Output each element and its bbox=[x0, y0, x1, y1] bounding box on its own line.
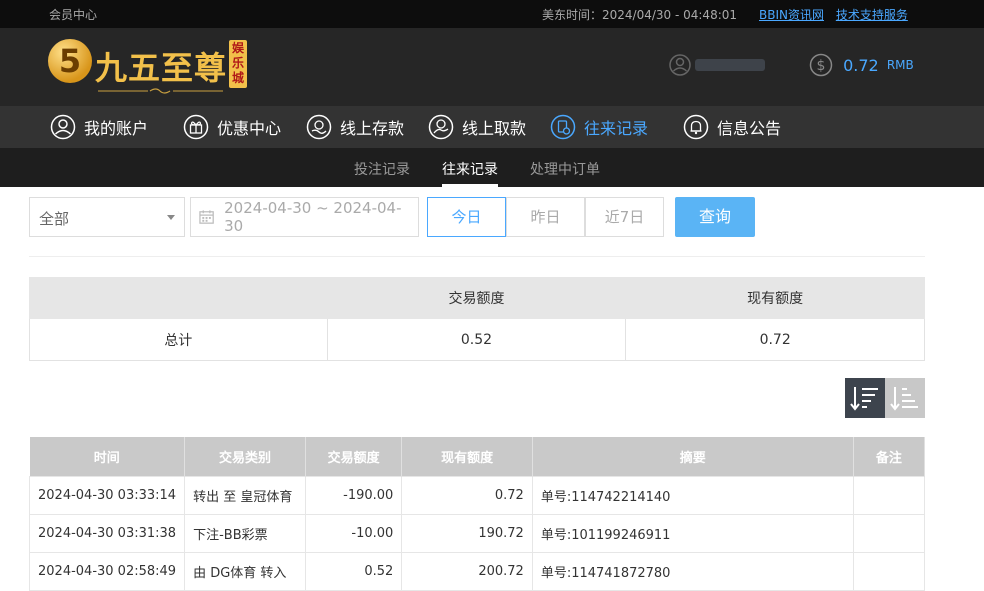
nav-label: 优惠中心 bbox=[217, 119, 282, 138]
avatar-icon bbox=[669, 54, 691, 76]
site-logo[interactable]: 5 九五至尊 娱乐城 bbox=[48, 37, 248, 99]
records-header-row: 时间 交易类别 交易额度 现有额度 摘要 备注 bbox=[29, 437, 926, 476]
user-icon bbox=[50, 114, 76, 140]
cell-type: 由 DG体育 转入 bbox=[184, 551, 306, 591]
filter-bar: 全部 2024-04-30 ~ 2024-04-30 今日 昨日 近7日 查询 bbox=[0, 187, 984, 257]
subnav-pending-orders[interactable]: 处理中订单 bbox=[530, 159, 600, 179]
quick-yesterday-button[interactable]: 昨日 bbox=[506, 197, 585, 237]
masked-username bbox=[695, 59, 765, 71]
nav-label: 线上存款 bbox=[340, 119, 405, 138]
top-links: BBIN资讯网 技术支持服务 bbox=[759, 6, 916, 23]
quick-7days-button[interactable]: 近7日 bbox=[585, 197, 664, 237]
withdraw-icon bbox=[428, 114, 454, 140]
cell-amount: -10.00 bbox=[304, 513, 403, 553]
summary-header-cell: 现有额度 bbox=[625, 277, 925, 319]
site-header: 5 九五至尊 娱乐城 $ 0.72 RMB bbox=[0, 28, 984, 106]
balance: $ 0.72 RMB bbox=[809, 53, 914, 77]
col-header-amount: 交易额度 bbox=[305, 437, 403, 476]
nav-my-account[interactable]: 我的账户 bbox=[50, 113, 148, 141]
bbin-info-link[interactable]: BBIN资讯网 bbox=[759, 8, 824, 22]
sub-nav: 投注记录 往来记录 处理中订单 bbox=[0, 148, 984, 187]
nav-withdraw[interactable]: 线上取款 bbox=[428, 113, 526, 141]
balance-currency: RMB bbox=[886, 58, 914, 72]
cell-time: 2024-04-30 02:58:49 bbox=[28, 551, 186, 591]
cell-time: 2024-04-30 03:31:38 bbox=[28, 513, 186, 553]
cell-type: 转出 至 皇冠体育 bbox=[184, 475, 306, 515]
records-icon bbox=[550, 114, 576, 140]
quick-today-button[interactable]: 今日 bbox=[427, 197, 506, 237]
nav-label: 往来记录 bbox=[584, 119, 649, 138]
cell-type: 下注-BB彩票 bbox=[184, 513, 306, 553]
calendar-icon bbox=[199, 210, 214, 224]
subnav-transaction-records[interactable]: 往来记录 bbox=[442, 159, 498, 179]
tech-support-link[interactable]: 技术支持服务 bbox=[836, 8, 908, 22]
cell-summary: 单号:101199246911 bbox=[531, 513, 854, 553]
cell-summary: 单号:114742214140 bbox=[531, 475, 854, 515]
gift-icon bbox=[183, 114, 209, 140]
logo-badge: 娱乐城 bbox=[229, 40, 247, 88]
cell-remark bbox=[852, 513, 926, 553]
nav-label: 我的账户 bbox=[84, 119, 149, 138]
cell-summary: 单号:114741872780 bbox=[531, 551, 854, 591]
dollar-icon: $ bbox=[809, 53, 833, 77]
cell-balance: 200.72 bbox=[401, 551, 533, 591]
main-nav: 我的账户 优惠中心 线上存款 线上取款 往来记录 信息公告 bbox=[0, 106, 984, 148]
cell-time: 2024-04-30 03:33:14 bbox=[28, 475, 186, 515]
date-range-input[interactable]: 2024-04-30 ~ 2024-04-30 bbox=[190, 197, 419, 237]
summary-header-cell: 交易额度 bbox=[326, 277, 627, 319]
summary-header-row: 交易额度 现有额度 bbox=[29, 277, 925, 319]
sort-descending-button[interactable] bbox=[845, 378, 885, 418]
chevron-down-icon bbox=[167, 215, 175, 220]
deposit-icon bbox=[306, 114, 332, 140]
server-time: 美东时间：2024/04/30 - 04:48:01 bbox=[542, 8, 738, 22]
cell-remark bbox=[852, 551, 926, 591]
user-info[interactable] bbox=[669, 54, 769, 76]
bell-icon bbox=[683, 114, 709, 140]
nav-label: 信息公告 bbox=[717, 119, 782, 138]
table-row: 2024-04-30 03:33:14 转出 至 皇冠体育 -190.00 0.… bbox=[28, 475, 926, 515]
member-center-link[interactable]: 会员中心 bbox=[49, 6, 97, 23]
cell-amount: 0.52 bbox=[304, 551, 403, 591]
transaction-type-select[interactable]: 全部 bbox=[29, 197, 185, 237]
logo-coin-icon: 5 bbox=[48, 39, 92, 83]
col-header-remark: 备注 bbox=[853, 437, 926, 476]
nav-label: 线上取款 bbox=[462, 119, 527, 138]
select-value: 全部 bbox=[39, 210, 70, 228]
cell-amount: -190.00 bbox=[304, 475, 403, 515]
table-row: 2024-04-30 02:58:49 由 DG体育 转入 0.52 200.7… bbox=[28, 551, 926, 591]
col-header-summary: 摘要 bbox=[532, 437, 854, 476]
subnav-bet-records[interactable]: 投注记录 bbox=[354, 159, 410, 179]
col-header-balance: 现有额度 bbox=[401, 437, 533, 476]
summary-table: 交易额度 现有额度 总计 0.52 0.72 bbox=[29, 277, 925, 361]
top-bar: 会员中心 美东时间：2024/04/30 - 04:48:01 BBIN资讯网 … bbox=[0, 0, 984, 28]
logo-ornament-icon bbox=[98, 88, 223, 94]
summary-cell: 0.72 bbox=[625, 318, 925, 361]
sort-controls bbox=[845, 378, 925, 418]
nav-records[interactable]: 往来记录 bbox=[550, 113, 648, 141]
summary-header-cell bbox=[29, 277, 328, 319]
cell-remark bbox=[852, 475, 926, 515]
logo-text: 九五至尊 bbox=[95, 49, 228, 87]
balance-value: 0.72 bbox=[843, 55, 879, 75]
sort-ascending-button[interactable] bbox=[885, 378, 925, 418]
col-header-type: 交易类别 bbox=[184, 437, 306, 476]
divider bbox=[29, 256, 925, 257]
nav-announcements[interactable]: 信息公告 bbox=[683, 113, 781, 141]
transaction-records-table: 时间 交易类别 交易额度 现有额度 摘要 备注 2024-04-30 03:33… bbox=[28, 437, 926, 591]
date-range-value: 2024-04-30 ~ 2024-04-30 bbox=[224, 199, 402, 235]
summary-cell: 0.52 bbox=[326, 318, 627, 361]
nav-deposit[interactable]: 线上存款 bbox=[306, 113, 404, 141]
nav-promotions[interactable]: 优惠中心 bbox=[183, 113, 281, 141]
cell-balance: 190.72 bbox=[401, 513, 533, 553]
sort-descending-icon bbox=[850, 387, 878, 411]
sort-ascending-icon bbox=[890, 387, 918, 411]
query-button[interactable]: 查询 bbox=[675, 197, 755, 237]
cell-balance: 0.72 bbox=[401, 475, 533, 515]
summary-cell: 总计 bbox=[29, 318, 328, 361]
col-header-time: 时间 bbox=[29, 437, 186, 476]
table-row: 2024-04-30 03:31:38 下注-BB彩票 -10.00 190.7… bbox=[28, 513, 926, 553]
svg-text:$: $ bbox=[817, 58, 826, 74]
summary-total-row: 总计 0.52 0.72 bbox=[29, 318, 925, 361]
